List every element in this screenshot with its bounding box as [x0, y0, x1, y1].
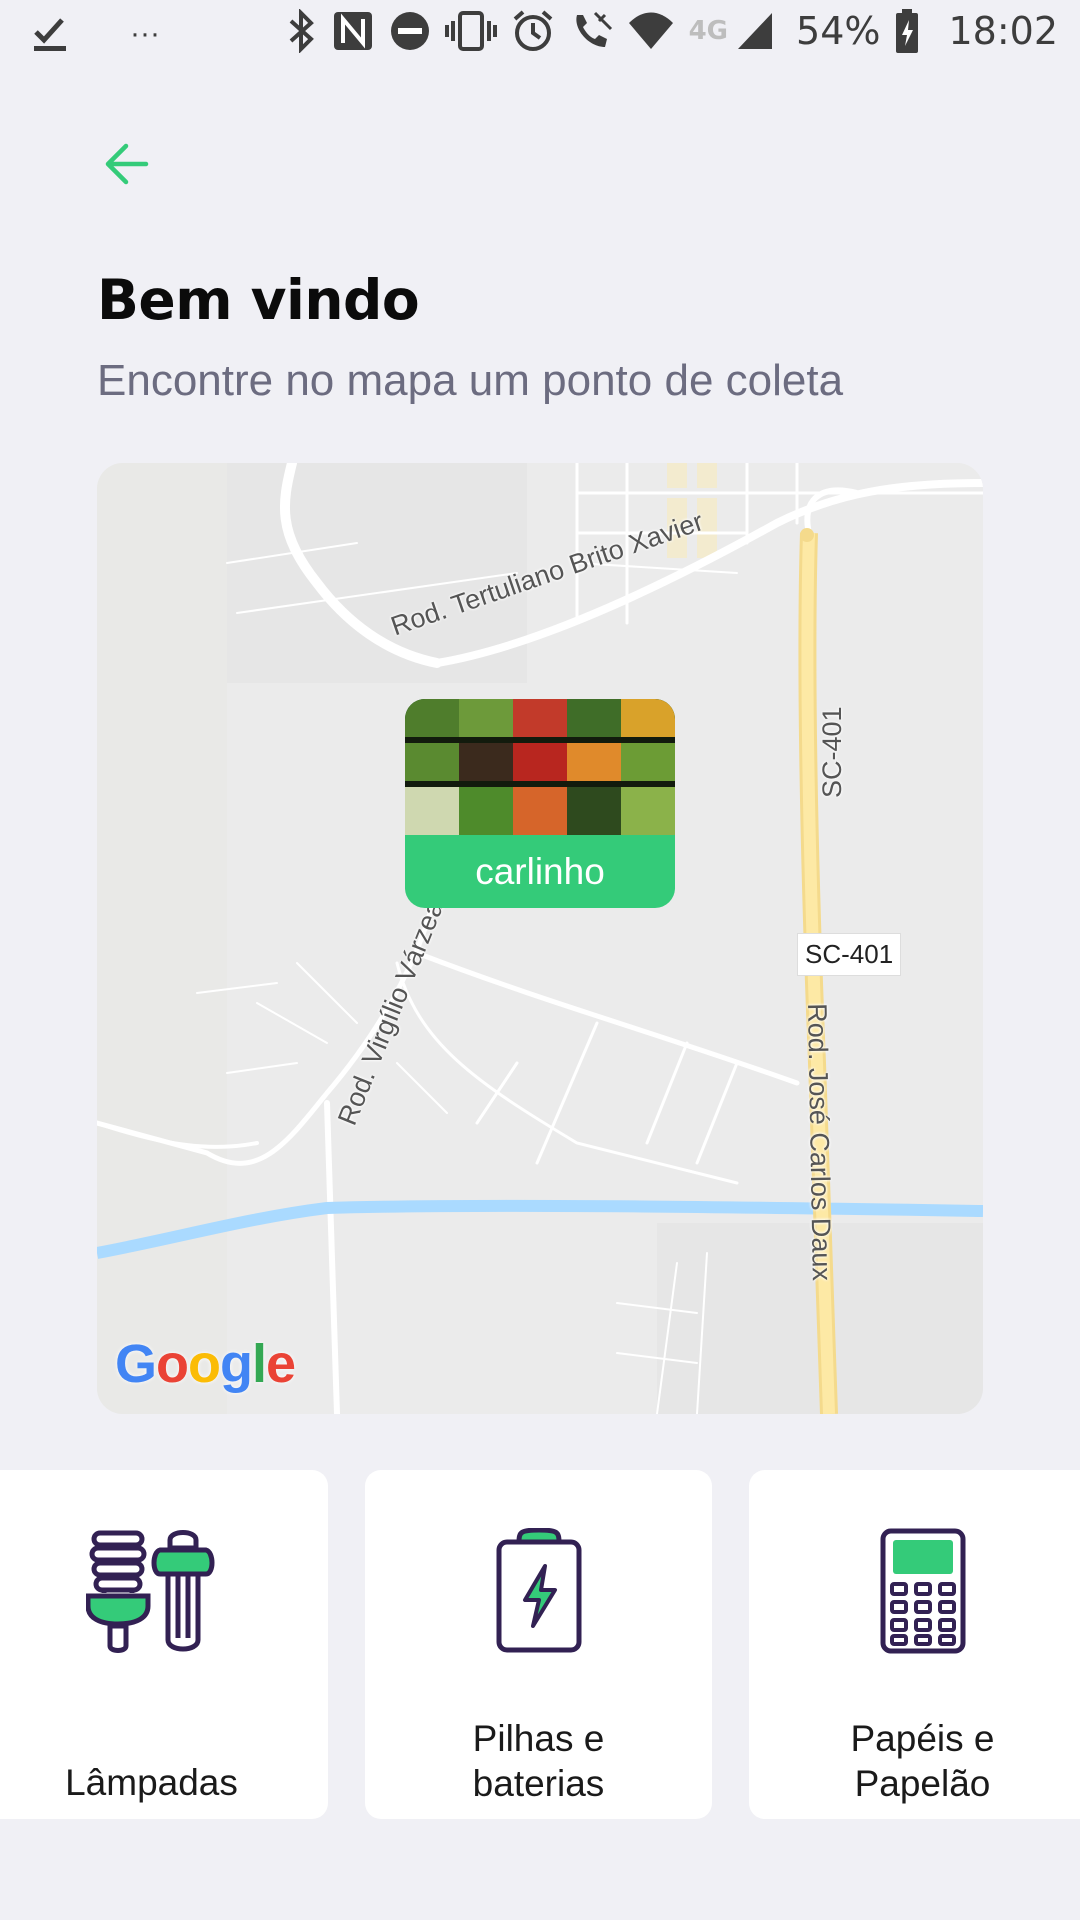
item-card-papeis[interactable]: Papéis e Papelão	[749, 1470, 1080, 1819]
item-label-line1: Pilhas e	[472, 1718, 605, 1759]
google-logo: Google	[115, 1334, 296, 1394]
map-road-label: SC-401	[817, 706, 847, 798]
battery-percent: 54%	[796, 9, 881, 53]
bluetooth-icon	[289, 9, 314, 53]
item-label-line1: Papéis e	[850, 1718, 995, 1759]
map-route-shield: SC-401	[797, 933, 902, 976]
wifi-call-icon	[575, 11, 612, 47]
back-button[interactable]	[96, 138, 156, 190]
item-label: Lâmpadas	[65, 1762, 238, 1803]
page-title: Bem vindo	[97, 268, 420, 332]
marker-photo	[405, 699, 675, 835]
checkmark-download-icon	[34, 18, 66, 51]
wifi-icon	[628, 12, 673, 49]
clock: 18:02	[948, 9, 1058, 53]
item-label-line2: baterias	[472, 1763, 605, 1804]
alarm-icon	[513, 10, 552, 51]
card-machine-icon	[880, 1528, 965, 1654]
item-label-line2: Papelão	[854, 1763, 991, 1804]
page-subtitle: Encontre no mapa um ponto de coleta	[97, 356, 844, 405]
signal-icon	[738, 13, 773, 49]
arrow-left-icon	[105, 143, 149, 185]
lamp-icon	[85, 1530, 214, 1653]
item-card-pilhas[interactable]: Pilhas e baterias	[365, 1470, 712, 1819]
collection-point-marker[interactable]: carlinho	[405, 699, 675, 908]
network-type: 4G	[688, 16, 729, 46]
item-label: Papéis e Papelão	[749, 1716, 1080, 1806]
battery-icon	[496, 1528, 581, 1653]
battery-charging-icon	[896, 9, 919, 53]
map-view[interactable]: Rod. Tertuliano Brito Xavier SC-401 Rod.…	[97, 463, 983, 1414]
status-bar: ··· 4G 54% 18:02	[0, 0, 1080, 75]
more-notifications-icon: ···	[130, 17, 160, 50]
vibrate-icon	[444, 11, 497, 51]
do-not-disturb-icon	[390, 12, 429, 50]
map-road-label: Rod. José Carlos Daux	[802, 1003, 837, 1282]
item-label: Pilhas e baterias	[365, 1716, 712, 1806]
items-list[interactable]: Lâmpadas Pilhas e baterias Papéis e Pape…	[0, 1470, 1080, 1819]
item-card-lampadas[interactable]: Lâmpadas	[0, 1470, 328, 1819]
nfc-icon	[333, 12, 372, 50]
marker-label: carlinho	[475, 850, 605, 892]
